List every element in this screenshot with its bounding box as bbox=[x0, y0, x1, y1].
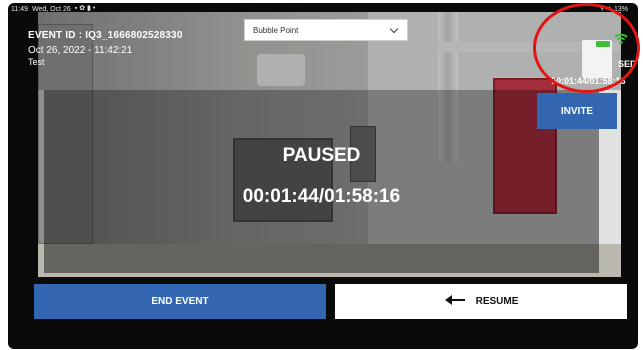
chevron-down-icon bbox=[389, 25, 399, 35]
resume-label: RESUME bbox=[475, 296, 519, 307]
event-id: EVENT ID : IQ3_1666802528330 bbox=[28, 30, 183, 41]
arrow-left-icon bbox=[444, 294, 466, 309]
invite-button[interactable]: INVITE bbox=[537, 93, 617, 129]
dropdown-selected: Bubble Point bbox=[253, 25, 299, 35]
event-note: Test bbox=[28, 57, 45, 67]
test-type-dropdown[interactable]: Bubble Point bbox=[244, 19, 408, 41]
event-datetime: Oct 26, 2022 - 11:42:21 bbox=[28, 45, 133, 56]
paused-overlay bbox=[44, 90, 599, 273]
paused-label: PAUSED bbox=[282, 145, 361, 166]
elapsed-timer: 00:01:44/01:58:16 bbox=[242, 186, 401, 207]
resume-button[interactable]: RESUME bbox=[335, 284, 627, 319]
end-event-button[interactable]: END EVENT bbox=[34, 284, 326, 319]
status-time: 11:49 bbox=[11, 5, 28, 13]
event-info: EVENT ID : IQ3_1666802528330 Oct 26, 202… bbox=[28, 30, 183, 67]
annotation-circle bbox=[533, 3, 640, 93]
